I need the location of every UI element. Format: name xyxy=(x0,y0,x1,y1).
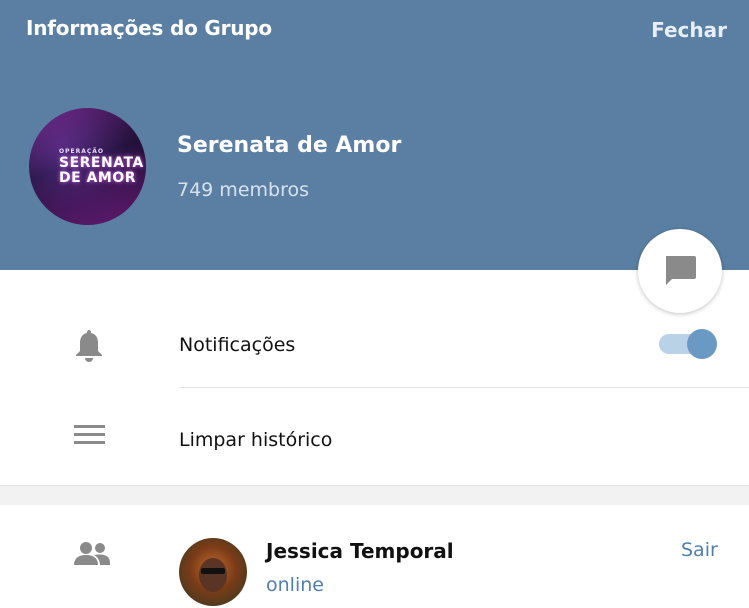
close-button[interactable]: Fechar xyxy=(651,18,727,42)
row-divider xyxy=(179,387,749,388)
group-avatar: OPERAÇÃO SERENATA DE AMOR xyxy=(29,108,146,225)
bell-icon xyxy=(74,328,104,366)
people-icon xyxy=(74,541,110,571)
notifications-toggle[interactable] xyxy=(659,329,717,359)
clear-history-button[interactable]: Limpar histórico xyxy=(179,429,332,451)
avatar-small-text: OPERAÇÃO xyxy=(59,148,105,155)
leave-button[interactable]: Sair xyxy=(681,539,718,561)
menu-lines-icon xyxy=(74,425,105,449)
group-info-header: Informações do Grupo Fechar OPERAÇÃO SER… xyxy=(0,0,749,270)
avatar-title-line2: DE AMOR xyxy=(59,170,137,186)
group-name: Serenata de Amor xyxy=(177,133,402,158)
header-title: Informações do Grupo xyxy=(26,16,272,40)
send-message-button[interactable] xyxy=(638,229,722,313)
notifications-label: Notificações xyxy=(179,334,296,356)
toggle-knob xyxy=(687,329,717,359)
member-face xyxy=(199,558,227,592)
section-separator xyxy=(0,485,749,505)
member-name[interactable]: Jessica Temporal xyxy=(266,539,454,563)
sunglasses-icon xyxy=(201,568,225,574)
member-status: online xyxy=(266,574,324,596)
avatar-title: SERENATA DE AMOR xyxy=(59,156,144,186)
message-icon xyxy=(666,256,696,285)
avatar-title-line1: SERENATA xyxy=(59,155,144,171)
group-member-count: 749 membros xyxy=(177,179,309,201)
member-avatar[interactable] xyxy=(179,538,247,606)
